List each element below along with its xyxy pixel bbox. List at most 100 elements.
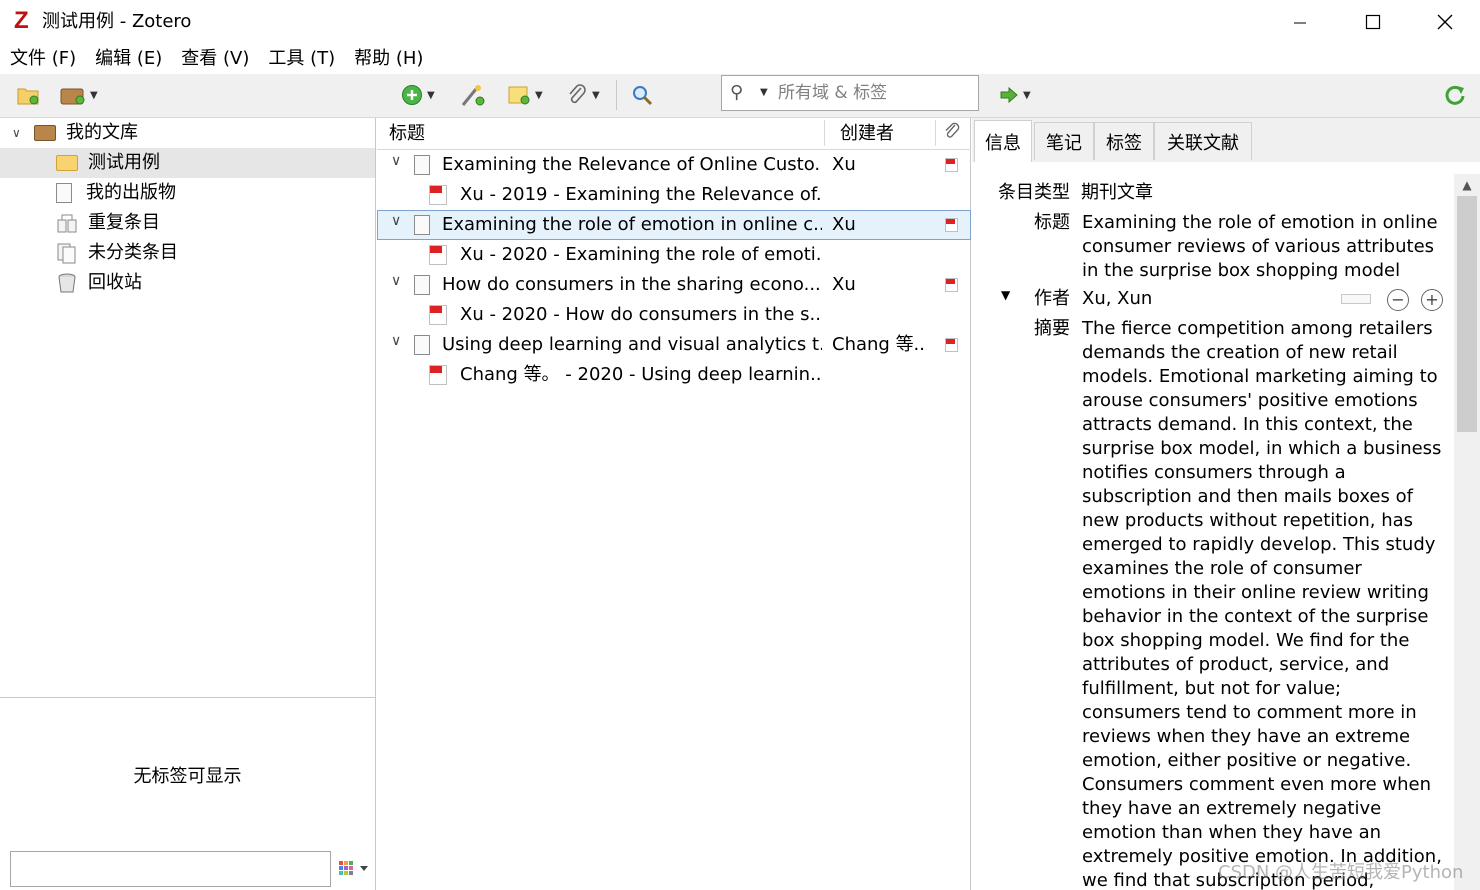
search-input[interactable] [778,80,974,106]
attachment-title: Xu - 2020 - How do consumers in the s... [460,304,820,325]
chevron-down-icon[interactable]: ∨ [391,213,401,229]
abstract-value[interactable]: The fierce competition among retailers d… [1082,317,1442,890]
column-header-creator[interactable]: 创建者 [840,122,894,146]
folder-icon [56,155,78,171]
attachment-row[interactable]: Xu - 2020 - Examining the role of emoti.… [377,240,971,270]
collection-row-my-library[interactable]: ∨ 我的文库 [0,118,375,148]
add-creator-button[interactable]: + [1421,289,1443,311]
remove-creator-button[interactable]: − [1387,289,1409,311]
search-icon: ⚲ [730,82,744,103]
tab-tags[interactable]: 标签 [1094,122,1154,160]
menu-bar: 文件 (F) 编辑 (E) 查看 (V) 工具 (T) 帮助 (H) [0,44,1480,74]
collection-row-my-publications[interactable]: 我的出版物 [0,178,375,208]
menu-file[interactable]: 文件 (F) [10,46,76,72]
pdf-attachment-icon[interactable] [945,218,958,232]
tab-related[interactable]: 关联文献 [1154,122,1252,160]
title-value[interactable]: Examining the role of emotion in online … [1082,211,1442,283]
menu-help[interactable]: 帮助 (H) [354,46,423,72]
sync-button[interactable] [1444,82,1466,108]
search-mode-dropdown-icon[interactable]: ▼ [760,87,768,98]
watermark: CSDN @人生苦短我爱Python [1218,862,1464,883]
collection-row-duplicates[interactable]: 重复条目 [0,208,375,238]
window-title: 测试用例 - Zotero [42,11,192,32]
menu-edit[interactable]: 编辑 (E) [95,46,162,72]
publications-icon [56,183,72,203]
toolbar: ▼ ▼ ▼ ▼ ⚲ ▼ 所有域 & 标签 ▼ [0,74,1480,118]
journal-article-icon [414,335,430,355]
items-pane: 标题 创建者 ∨ Examining the Relevance of Onli… [377,118,971,890]
new-note-icon [508,86,530,105]
menu-tools[interactable]: 工具 (T) [268,46,335,72]
column-header-title[interactable]: 标题 [389,122,425,146]
scrollbar-thumb[interactable] [1457,196,1477,432]
chevron-down-icon[interactable]: ∨ [12,126,30,140]
pdf-icon [429,305,447,325]
minimize-icon [1294,22,1306,24]
add-by-identifier-button[interactable] [460,82,486,108]
advanced-search-icon [633,86,653,106]
scroll-up-arrow-icon[interactable]: ▲ [1454,178,1480,194]
chevron-down-icon[interactable]: ∨ [391,153,401,169]
new-library-button[interactable]: ▼ [60,82,98,108]
switch-name-mode-button[interactable] [1341,294,1371,304]
menu-view[interactable]: 查看 (V) [181,46,249,72]
attachment-row[interactable]: Chang 等。 - 2020 - Using deep learnin... [377,360,971,390]
item-row[interactable]: ∨ Using deep learning and visual analyti… [377,330,971,360]
collection-row-test-cases[interactable]: 测试用例 [0,148,375,178]
add-attachment-button[interactable]: ▼ [566,82,600,108]
journal-article-icon [414,215,430,235]
library-label: 我的文库 [66,122,138,143]
author-value[interactable]: Xu, Xun [1082,287,1152,311]
journal-article-icon [414,275,430,295]
chevron-down-icon[interactable]: ∨ [391,333,401,349]
pdf-attachment-icon[interactable] [945,158,958,172]
collection-label: 重复条目 [88,212,160,233]
library-icon [34,125,56,141]
column-separator[interactable] [935,120,936,146]
zotero-logo-icon: Z [14,7,29,34]
trash-icon [58,273,76,293]
column-separator[interactable] [824,120,825,146]
minimize-button[interactable] [1264,0,1336,44]
tag-selector-actions-button[interactable] [338,858,370,880]
new-item-button[interactable]: ▼ [401,82,435,108]
attachment-title: Chang 等。 - 2020 - Using deep learnin... [460,364,820,385]
item-title: How do consumers in the sharing econo... [442,274,821,295]
attachment-title: Xu - 2019 - Examining the Relevance of..… [460,184,820,205]
new-collection-button[interactable] [16,82,40,108]
tab-info[interactable]: 信息 [974,120,1032,162]
pdf-attachment-icon[interactable] [945,278,958,292]
tag-pane-splitter[interactable] [0,697,375,698]
tag-filter-input[interactable] [10,851,331,887]
new-item-icon [402,85,422,105]
close-button[interactable] [1409,0,1480,44]
new-note-button[interactable]: ▼ [507,82,543,108]
attachment-row[interactable]: Xu - 2019 - Examining the Relevance of..… [377,180,971,210]
item-type-value[interactable]: 期刊文章 [1081,181,1153,205]
detail-scrollbar[interactable]: ▲ [1454,174,1480,890]
attachment-title: Xu - 2020 - Examining the role of emoti.… [460,244,820,265]
pdf-icon [429,245,447,265]
item-creator: Xu [832,154,856,175]
item-row-selected[interactable]: ∨ Examining the role of emotion in onlin… [377,210,971,240]
column-header-attachments[interactable] [943,122,961,147]
maximize-button[interactable] [1337,0,1409,44]
advanced-search-button[interactable] [631,82,655,108]
collection-row-trash[interactable]: 回收站 [0,268,375,298]
attachment-icon [945,122,960,138]
tab-notes[interactable]: 笔记 [1034,122,1094,160]
item-row[interactable]: ∨ Examining the Relevance of Online Cust… [377,150,971,180]
new-collection-icon [17,88,39,105]
item-row[interactable]: ∨ How do consumers in the sharing econo.… [377,270,971,300]
author-label[interactable]: 作者 [996,287,1070,311]
locate-button[interactable]: ▼ [999,82,1031,108]
detail-tabs: 信息 笔记 标签 关联文献 [972,118,1480,162]
attachment-row[interactable]: Xu - 2020 - How do consumers in the s... [377,300,971,330]
collection-row-unfiled[interactable]: 未分类条目 [0,238,375,268]
quick-search-box[interactable]: ⚲ ▼ [721,75,979,111]
title-label: 标题 [1034,212,1070,233]
pdf-attachment-icon[interactable] [945,338,958,352]
item-title: Using deep learning and visual analytics… [442,334,822,355]
chevron-down-icon[interactable]: ∨ [391,273,401,289]
dropdown-arrow-icon: ▼ [535,89,543,101]
